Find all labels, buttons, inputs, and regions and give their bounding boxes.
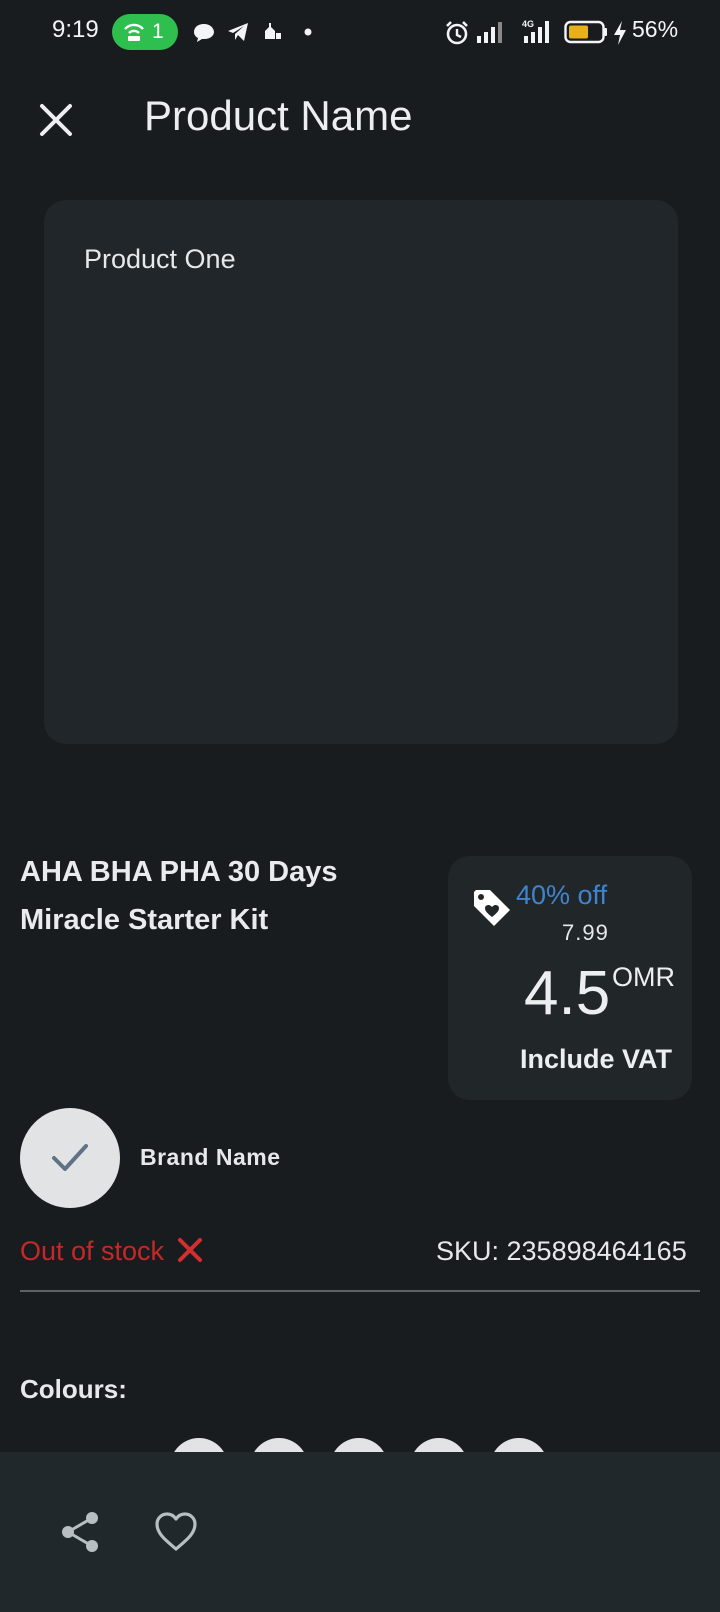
- check-icon: [52, 1144, 88, 1171]
- current-price: 4.5: [524, 959, 611, 1028]
- hotspot-count: 1: [152, 20, 164, 43]
- old-price: 7.99: [562, 920, 609, 945]
- cross-icon: [177, 1238, 202, 1262]
- product-title: AHA BHA PHA 30 Days Miracle Starter Kit: [20, 856, 338, 936]
- notification-icon: [265, 23, 281, 39]
- battery-percent: 56%: [632, 16, 679, 42]
- dot-icon: [304, 28, 312, 36]
- colours-label: Colours:: [20, 1374, 127, 1404]
- discount-label: 40% off: [516, 880, 608, 910]
- bottom-action-bar: [0, 1452, 720, 1612]
- hotspot-icon: [124, 23, 144, 41]
- hotspot-pill: 1: [112, 14, 178, 50]
- brand-logo[interactable]: [20, 1108, 120, 1208]
- stock-status: Out of stock: [20, 1236, 204, 1267]
- signal-4g-icon: 4G: [522, 19, 549, 43]
- share-button[interactable]: [56, 1508, 104, 1556]
- brand-name[interactable]: Brand Name: [140, 1144, 280, 1171]
- divider: [20, 1290, 700, 1292]
- svg-text:4G: 4G: [522, 19, 534, 29]
- stock-status-text: Out of stock: [20, 1236, 165, 1266]
- close-icon: [40, 104, 72, 136]
- currency: OMR: [612, 962, 675, 992]
- product-image-label: Product One: [84, 244, 236, 274]
- share-icon: [62, 1512, 98, 1552]
- page-title: Product Name: [144, 92, 413, 139]
- price-tag-heart-icon: [474, 890, 510, 926]
- charging-icon: [614, 21, 626, 45]
- status-time: 9:19: [52, 16, 99, 43]
- heart-icon: [155, 1512, 197, 1551]
- status-bar: 9:19 1 4G 56%: [0, 0, 720, 64]
- product-image-card[interactable]: Product One: [44, 200, 678, 744]
- alarm-icon: [446, 21, 468, 45]
- vat-note: Include VAT: [520, 1044, 673, 1074]
- signal-icon: [477, 22, 502, 43]
- price-card: 40% off 7.99 4.5 OMR Include VAT: [448, 856, 692, 1100]
- close-button[interactable]: [32, 96, 80, 144]
- battery-icon: [564, 20, 607, 44]
- favorite-button[interactable]: [152, 1508, 200, 1556]
- chat-icon: [194, 24, 214, 42]
- telegram-icon: [228, 23, 248, 41]
- sku-label: SKU: 235898464165: [436, 1236, 687, 1266]
